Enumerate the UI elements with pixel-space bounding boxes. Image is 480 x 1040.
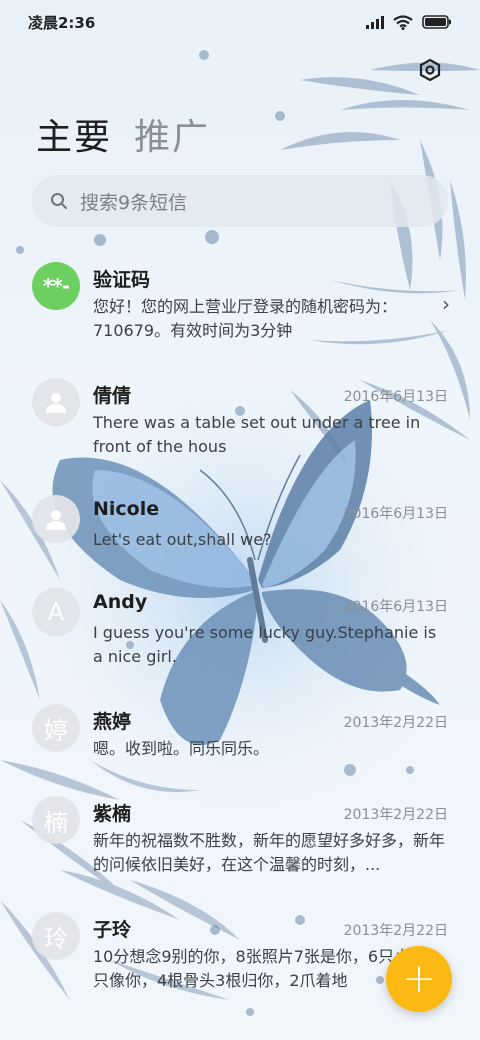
status-bar: 凌晨2:36	[0, 0, 480, 44]
contact-name: Andy	[93, 591, 148, 613]
avatar-text: **-	[42, 274, 70, 298]
message-date: 2013年2月22日	[343, 715, 448, 731]
message-preview: 嗯。收到啦。同乐同乐。	[93, 739, 270, 758]
conversation-row[interactable]: A Andy 2016年6月13日 I guess you're some lu…	[0, 588, 480, 688]
person-icon	[46, 393, 66, 413]
message-date: 2016年6月13日	[343, 599, 448, 615]
battery-icon	[422, 15, 451, 29]
tab-promotions[interactable]: 推广	[134, 108, 210, 160]
status-time: 凌晨2:36	[28, 13, 96, 32]
conversation-row[interactable]: **- 验证码 › 您好！您的网上营业厅登录的随机密码为：710679。有效时间…	[0, 250, 480, 350]
message-date: 2016年6月13日	[343, 506, 448, 522]
avatar-text: 婷	[44, 716, 68, 745]
avatar: A	[32, 588, 80, 636]
tab-primary[interactable]: 主要	[36, 108, 112, 160]
conversation-row[interactable]: 楠 紫楠 2013年2月22日 新年的祝福数不胜数，新年的愿望好多好多，新年的问…	[0, 796, 480, 896]
message-preview: 新年的祝福数不胜数，新年的愿望好多好多，新年的问候依旧美好，在这个温馨的时刻，.…	[93, 831, 446, 874]
search-icon	[51, 193, 67, 209]
conversation-row[interactable]: 倩倩 2016年6月13日 There was a table set out …	[0, 378, 480, 478]
message-preview: Let's eat out,shall we?	[93, 530, 272, 549]
contact-name: 燕婷	[93, 711, 132, 733]
avatar-text: 楠	[44, 808, 68, 837]
avatar: 玲	[32, 912, 80, 960]
status-icons	[366, 14, 452, 30]
search-bar[interactable]: 搜索9条短信	[32, 175, 448, 227]
contact-name: Nicole	[93, 498, 160, 520]
avatar: **-	[32, 262, 80, 310]
conversation-row[interactable]: 婷 燕婷 2013年2月22日 嗯。收到啦。同乐同乐。	[0, 704, 480, 804]
conversation-row[interactable]: Nicole 2016年6月13日 Let's eat out,shall we…	[0, 495, 480, 595]
message-preview: There was a table set out under a tree i…	[93, 413, 421, 456]
message-preview: 您好！您的网上营业厅登录的随机密码为：710679。有效时间为3分钟	[93, 297, 398, 340]
chevron-right-icon: ›	[442, 292, 450, 316]
settings-button[interactable]	[414, 54, 446, 86]
avatar: 楠	[32, 796, 80, 844]
contact-name: 子玲	[93, 919, 132, 941]
signal-icon	[366, 15, 384, 29]
message-date: 2016年6月13日	[343, 389, 448, 405]
search-placeholder: 搜索9条短信	[80, 191, 188, 214]
message-date: 2013年2月22日	[343, 923, 448, 939]
new-message-button[interactable]: +	[386, 946, 452, 1012]
contact-name: 倩倩	[93, 385, 132, 407]
message-date: 2013年2月22日	[343, 807, 448, 823]
avatar: 婷	[32, 704, 80, 752]
contact-name: 验证码	[93, 269, 151, 291]
person-icon	[46, 510, 66, 530]
wifi-icon	[393, 14, 413, 30]
avatar	[32, 378, 80, 426]
avatar-text: 玲	[44, 924, 68, 953]
avatar	[32, 495, 80, 543]
plus-icon: +	[402, 956, 436, 1002]
message-preview: I guess you're some lucky guy.Stephanie …	[93, 623, 437, 666]
settings-hexagon-icon	[419, 58, 441, 82]
tab-bar: 主要 推广	[36, 108, 210, 160]
contact-name: 紫楠	[93, 803, 132, 825]
avatar-text: A	[47, 598, 65, 626]
